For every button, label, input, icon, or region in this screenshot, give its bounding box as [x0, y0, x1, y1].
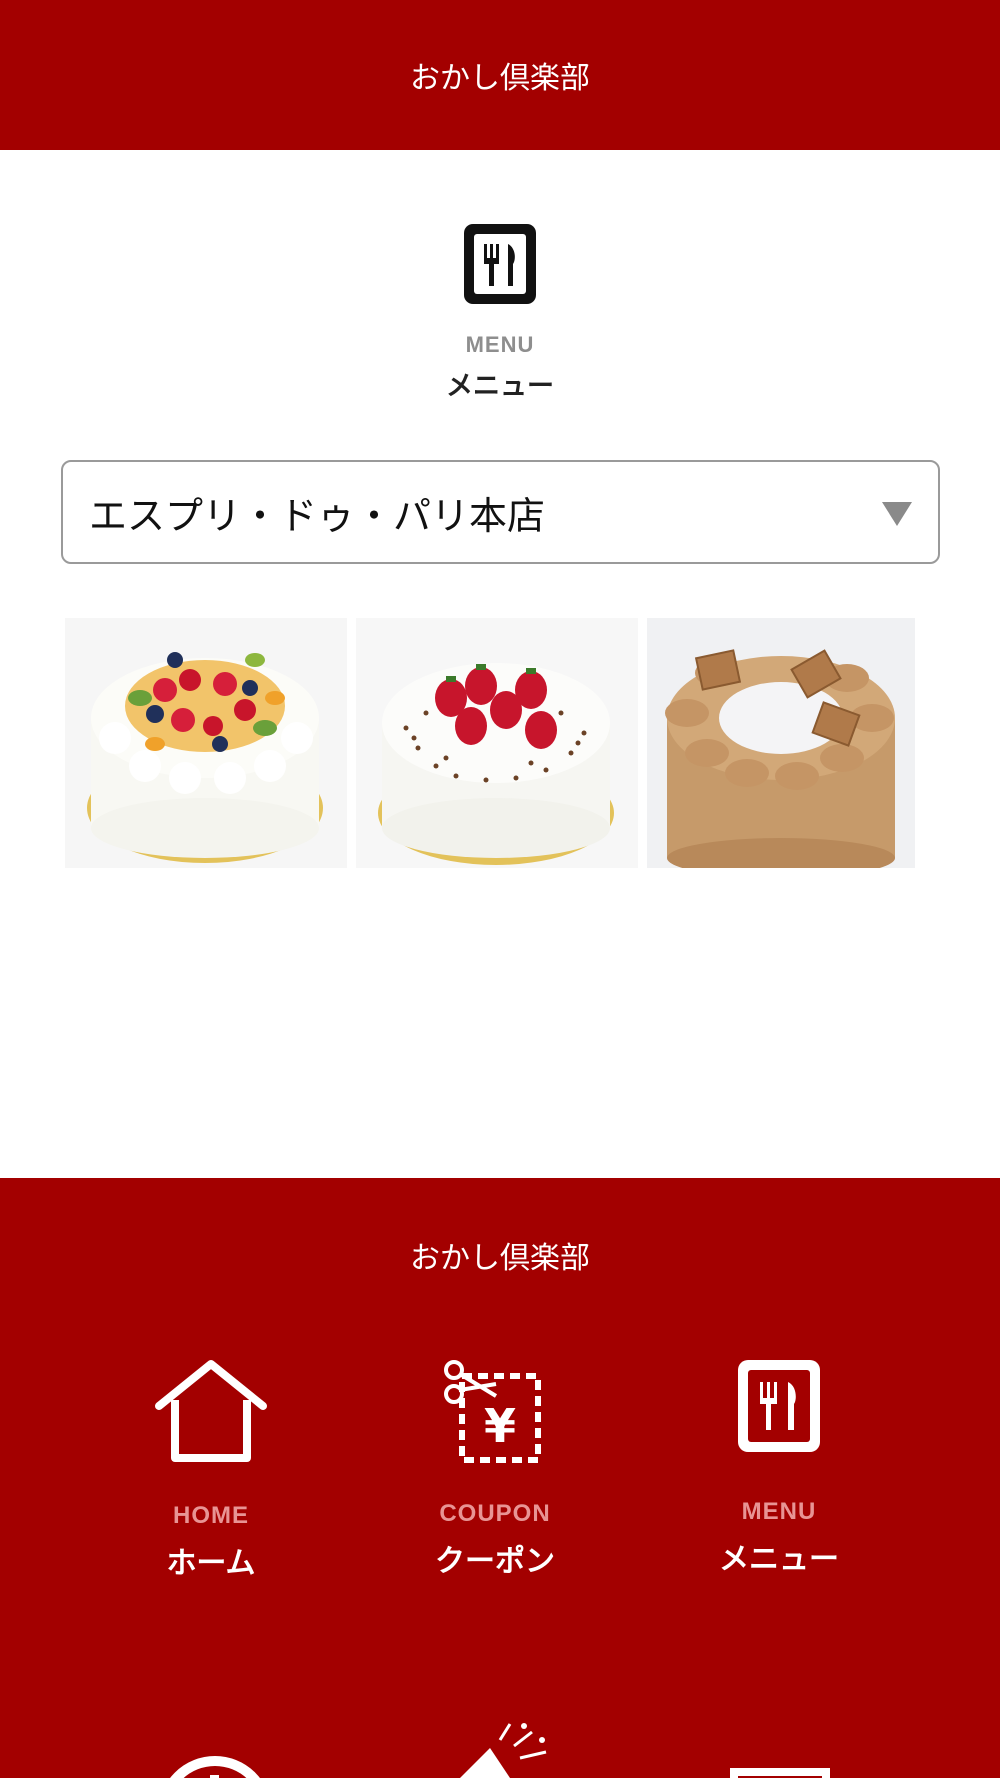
store-select-value: エスプリ・ドゥ・パリ本店	[89, 493, 546, 538]
nav-coupon-en: COUPON	[439, 1500, 551, 1527]
chocolate-cake-image[interactable]	[647, 618, 915, 868]
home-icon	[155, 1360, 267, 1462]
nav-home-jp: ホーム	[166, 1546, 256, 1581]
clock-icon[interactable]	[155, 1753, 275, 1778]
app-footer: おかし倶楽部 HOME ホーム ¥ COUPON クーポン MENU メニュー	[0, 1178, 1000, 1778]
coupon-icon: ¥	[444, 1360, 541, 1463]
nav-coupon[interactable]: ¥ COUPON クーポン	[385, 1356, 605, 1580]
nav-menu-en: MENU	[741, 1498, 817, 1525]
fruit-cake-image[interactable]	[65, 618, 347, 868]
mail-icon[interactable]	[730, 1768, 830, 1778]
dropdown-arrow-icon	[882, 502, 912, 526]
app-header: おかし倶楽部	[0, 0, 1000, 150]
product-gallery	[65, 618, 915, 868]
store-select-dropdown[interactable]: エスプリ・ドゥ・パリ本店	[61, 460, 940, 564]
menu-heading: MENU メニュー	[0, 220, 1000, 403]
header-title: おかし倶楽部	[410, 61, 590, 96]
strawberry-cake-image[interactable]	[356, 618, 638, 868]
nav-menu[interactable]: MENU メニュー	[669, 1356, 889, 1578]
menu-fork-knife-icon	[460, 220, 540, 308]
nav-coupon-jp: クーポン	[435, 1544, 555, 1579]
footer-title: おかし倶楽部	[410, 1241, 590, 1276]
party-popper-icon[interactable]	[450, 1718, 560, 1778]
nav-menu-jp: メニュー	[719, 1542, 839, 1577]
menu-heading-en: MENU	[465, 332, 535, 357]
svg-text:¥: ¥	[484, 1399, 516, 1453]
menu-heading-jp: メニュー	[446, 371, 554, 402]
nav-home-en: HOME	[173, 1502, 249, 1529]
nav-home[interactable]: HOME ホーム	[101, 1358, 321, 1582]
menu-icon	[738, 1360, 820, 1452]
